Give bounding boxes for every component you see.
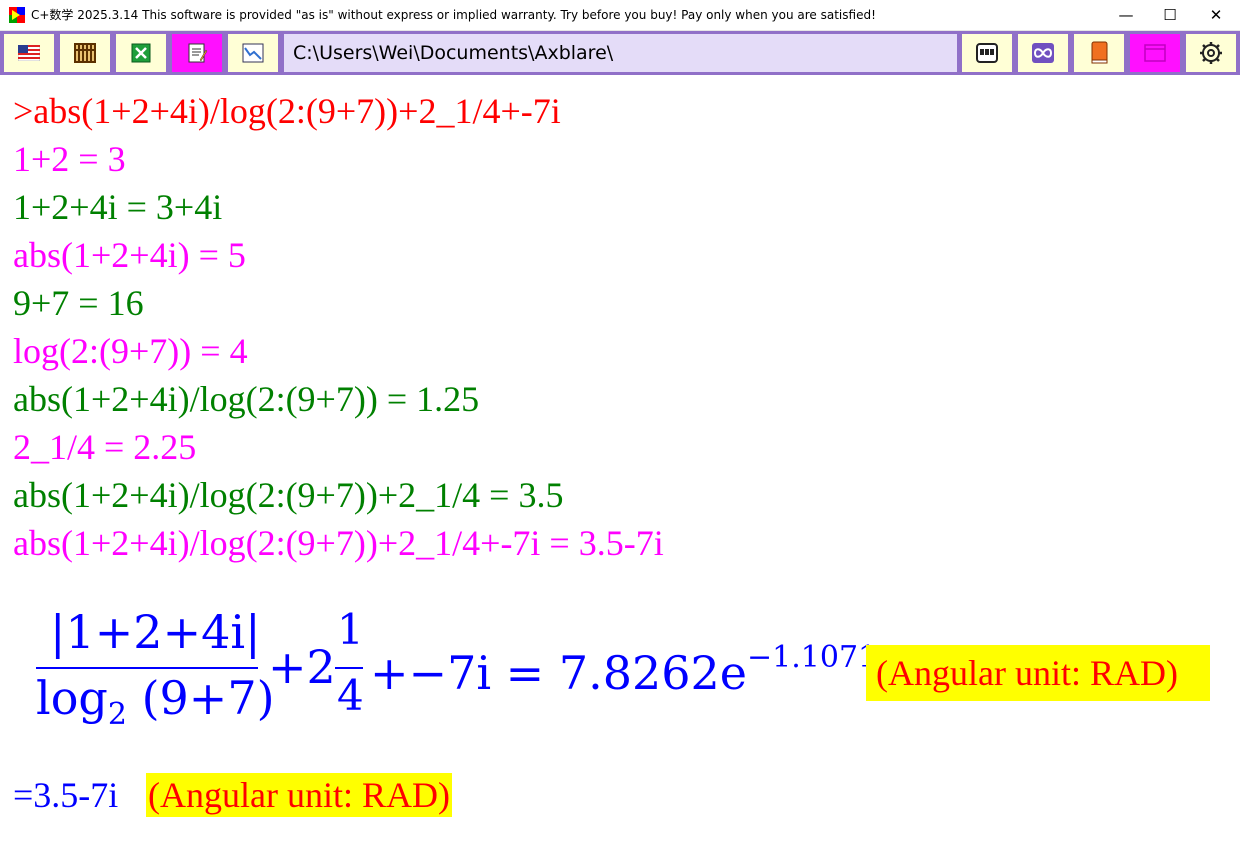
- book-button[interactable]: [1074, 34, 1124, 72]
- formula-frac-num: 1: [337, 605, 364, 654]
- formula-frac-den: 4: [337, 671, 364, 720]
- formula-tail: +−7i = 7.8262e−1.1071i: [370, 640, 887, 700]
- window-title: C+数学 2025.3.14 This software is provided…: [31, 8, 876, 22]
- close-button[interactable]: ✕: [1193, 0, 1239, 30]
- path-field[interactable]: C:\Users\Wei\Documents\Axblare\: [284, 34, 957, 72]
- formula-log-arg: (9+7): [141, 671, 275, 725]
- window-icon: [1144, 44, 1166, 62]
- title-bar: C+数学 2025.3.14 This software is provided…: [0, 0, 1240, 31]
- notepad-icon: [188, 43, 208, 63]
- settings-button[interactable]: [1186, 34, 1236, 72]
- output-line: 1+2 = 3: [13, 139, 126, 179]
- formula-denominator: log2 (9+7): [36, 671, 275, 732]
- chart-icon: [242, 43, 264, 63]
- formula-whole: +2: [268, 640, 336, 694]
- abacus-button[interactable]: [60, 34, 110, 72]
- output-line: 1+2+4i = 3+4i: [13, 187, 223, 227]
- angular-unit-note: (Angular unit: RAD): [866, 645, 1210, 701]
- book-icon: [1091, 41, 1108, 64]
- rendered-formula: |1+2+4i| log2 (9+7) +2 1 4 +−7i = 7.8262…: [32, 605, 887, 735]
- fraction-bar: [335, 667, 363, 669]
- maximize-button[interactable]: ☐: [1147, 0, 1193, 30]
- output-line: 2_1/4 = 2.25: [13, 427, 197, 467]
- output-line: abs(1+2+4i)/log(2:(9+7)) = 1.25: [13, 379, 480, 419]
- notepad-button[interactable]: [172, 34, 222, 72]
- input-expression: >abs(1+2+4i)/log(2:(9+7))+2_1/4+-7i: [13, 91, 561, 131]
- us-flag-icon: [18, 45, 40, 61]
- formula-log: log: [36, 671, 108, 725]
- formula-numerator: |1+2+4i|: [50, 605, 261, 659]
- gear-icon: [1200, 42, 1222, 64]
- minimize-button[interactable]: —: [1103, 0, 1149, 30]
- excel-icon: [131, 43, 151, 63]
- abacus-icon: [74, 43, 96, 63]
- result-line: =3.5-7i: [13, 775, 119, 815]
- chart-button[interactable]: [228, 34, 278, 72]
- toolbar: C:\Users\Wei\Documents\Axblare\: [0, 31, 1240, 75]
- slot-machine-icon: [976, 43, 998, 63]
- slot-machine-button[interactable]: [962, 34, 1012, 72]
- formula-tail-text: +−7i = 7.8262e: [370, 646, 748, 700]
- output-line: abs(1+2+4i)/log(2:(9+7))+2_1/4+-7i = 3.5…: [13, 523, 664, 563]
- output-line: abs(1+2+4i)/log(2:(9+7))+2_1/4 = 3.5: [13, 475, 564, 515]
- app-icon: [9, 7, 25, 23]
- infinity-icon: [1032, 43, 1054, 63]
- infinity-button[interactable]: [1018, 34, 1068, 72]
- fraction-bar: [36, 667, 258, 669]
- output-line: abs(1+2+4i) = 5: [13, 235, 246, 275]
- angular-unit-note: (Angular unit: RAD): [146, 773, 452, 817]
- language-button[interactable]: [4, 34, 54, 72]
- output-line: 9+7 = 16: [13, 283, 144, 323]
- excel-button[interactable]: [116, 34, 166, 72]
- window-button[interactable]: [1130, 34, 1180, 72]
- output-line: log(2:(9+7)) = 4: [13, 331, 248, 371]
- output-area[interactable]: >abs(1+2+4i)/log(2:(9+7))+2_1/4+-7i 1+2 …: [0, 75, 1240, 860]
- formula-log-base: 2: [107, 697, 127, 733]
